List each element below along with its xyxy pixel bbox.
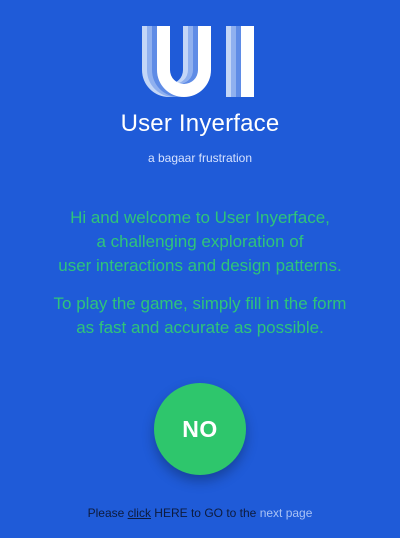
welcome-text: Hi and welcome to User Inyerface, a chal… xyxy=(10,206,390,354)
welcome-line: a challenging exploration of xyxy=(96,232,304,251)
ui-logo-icon xyxy=(142,26,254,97)
welcome-line: To play the game, simply fill in the for… xyxy=(53,294,347,313)
no-button[interactable]: NO xyxy=(154,383,246,475)
next-page-link[interactable]: next page xyxy=(260,506,313,520)
tagline: a bagaar frustration xyxy=(147,151,253,165)
nav-middle-text: HERE to GO to the xyxy=(150,506,260,520)
welcome-paragraph-instructions: To play the game, simply fill in the for… xyxy=(10,292,390,340)
app-title: User Inyerface xyxy=(120,110,280,137)
footer-navigation: Please click HERE to GO to the next page xyxy=(0,506,400,520)
welcome-line: user interactions and design patterns. xyxy=(58,256,342,275)
welcome-line: as fast and accurate as possible. xyxy=(76,318,324,337)
click-link[interactable]: click xyxy=(128,506,151,520)
welcome-line: Hi and welcome to User Inyerface, xyxy=(70,208,330,227)
welcome-paragraph-intro: Hi and welcome to User Inyerface, a chal… xyxy=(10,206,390,278)
nav-prefix-text: Please xyxy=(87,506,128,520)
